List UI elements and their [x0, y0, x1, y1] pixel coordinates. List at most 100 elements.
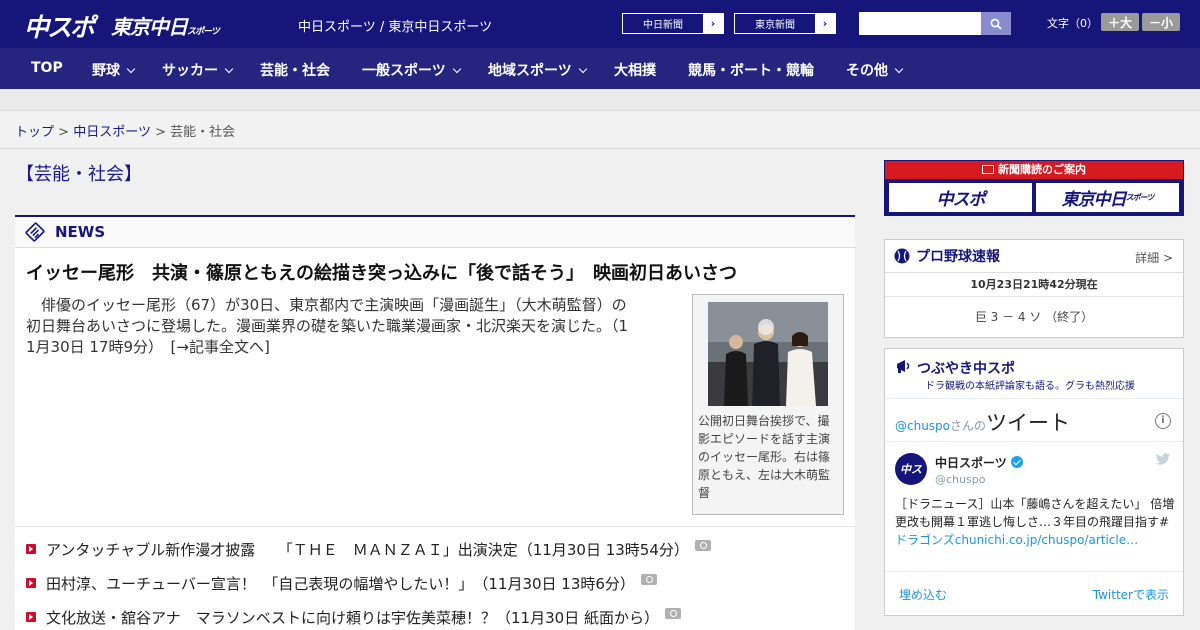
camera-icon: [640, 574, 657, 585]
font-bigger-button[interactable]: ＋大: [1101, 13, 1139, 31]
view-on-twitter-link[interactable]: Twitterで表示: [1093, 586, 1169, 603]
tokyo-logo-small: スポーツ: [187, 27, 220, 37]
article-headline[interactable]: イッセー尾形 共演・篠原ともえの絵描き突っ込みに「後で話そう」 映画初日あいさつ: [26, 259, 737, 285]
play-bullet-icon: [26, 612, 36, 622]
ext-link-label: 東京新聞: [755, 20, 795, 31]
chevron-down-icon: [452, 64, 461, 74]
news-panel: NEWS イッセー尾形 共演・篠原ともえの絵描き突っ込みに「後で話そう」 映画初…: [15, 215, 855, 630]
twitter-panel: つぶやき中スポ ドラ観戦の本紙評論家も語る。グラも熱烈応援 @chuspoさんの…: [884, 348, 1184, 616]
chuspo-logo[interactable]: 中スポ: [24, 8, 95, 44]
caption-line: のイッセー尾形。右は篠: [698, 450, 831, 464]
site-name: 中日スポーツ / 東京中日スポーツ: [298, 20, 493, 35]
list-item[interactable]: 田村淳、ユーチューバー宣言！ 「自己表現の幅増やしたい！」 （11月30日 13…: [26, 573, 846, 607]
chevron-right-icon: ›: [815, 14, 835, 33]
nav-label: 芸能・社会: [260, 63, 330, 79]
nav-soccer[interactable]: サッカー: [162, 60, 234, 80]
list-item-time: （11月30日 13時54分）: [517, 541, 689, 559]
lead-line: 俳優のイッセー尾形（67）が30日、東京都内で主演映画「漫画誕生」（大木萌監督）…: [26, 296, 627, 314]
article-photo[interactable]: [708, 302, 828, 406]
tweet-line-text: 更改も開幕１軍逃し悔しさ…３年目の飛躍目指す#: [895, 515, 1170, 529]
twitter-bird-icon[interactable]: [1155, 453, 1171, 466]
nav-sumo[interactable]: 大相撲: [614, 60, 656, 80]
baseball-score-panel: プロ野球速報 詳細 > 10月23日21時42分現在 巨 3 － 4 ソ （終了…: [884, 239, 1184, 338]
news-label: NEWS: [55, 223, 106, 241]
list-item-time: （11月30日 紙面から）: [496, 609, 659, 627]
tweet-body[interactable]: ［ドラニュース］山本「藤嶋さんを超えたい」 倍増 更改も開幕１軍逃し悔しさ…３年…: [895, 495, 1177, 549]
caption-line: 影エピソードを話す主演: [698, 432, 831, 446]
main-nav: TOP 野球 サッカー 芸能・社会 一般スポーツ 地域スポーツ 大相撲 競馬・ボ…: [0, 48, 1200, 89]
twitter-panel-subtitle: ドラ観戦の本紙評論家も語る。グラも熱烈応援: [925, 381, 1135, 392]
list-item[interactable]: 文化放送・舘谷アナ マラソンベストに向け頼りは宇佐美菜穂！？ （11月30日 紙…: [26, 607, 846, 630]
nav-label: サッカー: [162, 63, 218, 79]
nav-label: 一般スポーツ: [362, 63, 446, 79]
subscription-header: 新聞購読のご案内: [885, 161, 1183, 179]
avatar[interactable]: 中ス: [895, 453, 927, 485]
lead-line-read-more[interactable]: 1月30日 17時9分） [→記事全文へ]: [26, 337, 682, 358]
nav-label: 競馬・ボート・競輪: [688, 63, 814, 79]
chevron-right-icon: ›: [703, 14, 723, 33]
font-size-label: 文字（0）: [1047, 17, 1098, 30]
font-smaller-button[interactable]: －小: [1142, 13, 1180, 31]
nav-label: TOP: [31, 60, 63, 76]
nav-entertainment[interactable]: 芸能・社会: [260, 60, 330, 80]
play-bullet-icon: [26, 578, 36, 588]
article-lead: 俳優のイッセー尾形（67）が30日、東京都内で主演映画「漫画誕生」（大木萌監督）…: [26, 295, 682, 358]
divider: [885, 398, 1183, 399]
article-photo-box: 公開初日舞台挨拶で、撮 影エピソードを話す主演 のイッセー尾形。右は篠 原ともえ…: [692, 294, 844, 515]
nav-baseball[interactable]: 野球: [92, 60, 136, 80]
subscribe-tokyo-logo[interactable]: 東京中日 スポーツ: [1036, 183, 1179, 212]
nav-regional-sports[interactable]: 地域スポーツ: [488, 60, 587, 80]
search-input[interactable]: [859, 12, 981, 35]
nav-label: 大相撲: [614, 63, 656, 79]
divider: [15, 526, 855, 527]
list-item-title: アンタッチャブル新作漫才披露 「ＴＨＥ ＭＡＮＺＡＩ」出演決定: [46, 541, 518, 559]
subscription-banner[interactable]: 新聞購読のご案内 中スポ 東京中日 スポーツ: [884, 160, 1184, 216]
baseball-panel-title: プロ野球速報: [916, 249, 1000, 265]
lead-line: 初日舞台あいさつに登場した。漫画業界の礎を築いた職業漫画家・北沢楽天を演じた。（…: [26, 317, 629, 335]
breadcrumb-separator: >: [58, 125, 70, 140]
nav-top[interactable]: TOP: [31, 60, 63, 76]
chevron-down-icon: [224, 64, 234, 74]
sub-nav-bar: [0, 89, 1200, 111]
breadcrumb-separator: >: [155, 125, 166, 140]
twitter-handle-link[interactable]: @chuspo: [895, 419, 950, 433]
chunichi-shimbun-link[interactable]: 中日新聞 ›: [622, 13, 724, 34]
breadcrumb-chunichi-sports[interactable]: 中日スポーツ: [73, 125, 151, 140]
tokyo-chunichi-logo[interactable]: 東京中日スポーツ: [111, 11, 220, 40]
baseball-updated-time: 10月23日21時42分現在: [885, 273, 1183, 297]
nav-label: 地域スポーツ: [488, 63, 572, 79]
baseball-detail-link[interactable]: 詳細 >: [1135, 249, 1173, 266]
nav-label: 野球: [92, 63, 120, 79]
chevron-down-icon: [126, 64, 136, 74]
camera-icon: [694, 540, 711, 551]
tweet-account-name[interactable]: 中日スポーツ: [935, 454, 1023, 471]
newspaper-small-icon: [982, 165, 994, 174]
verified-badge-icon: [1010, 456, 1023, 468]
breadcrumb-current: 芸能・社会: [170, 125, 236, 140]
baseball-game-score[interactable]: 巨 3 － 4 ソ （終了）: [885, 297, 1183, 337]
stage-photo-illustration: [708, 302, 828, 406]
search-button[interactable]: [981, 12, 1011, 35]
list-item-title: 田村淳、ユーチューバー宣言！ 「自己表現の幅増やしたい！」: [46, 575, 474, 593]
divider: [885, 441, 1183, 442]
twitter-handle-suffix: さんの: [950, 419, 987, 433]
tweet-account-handle[interactable]: @chuspo: [935, 473, 985, 486]
nav-racing[interactable]: 競馬・ボート・競輪: [688, 60, 814, 80]
list-item[interactable]: アンタッチャブル新作漫才披露 「ＴＨＥ ＭＡＮＺＡＩ」出演決定 （11月30日 …: [26, 539, 846, 573]
news-list: アンタッチャブル新作漫才披露 「ＴＨＥ ＭＡＮＺＡＩ」出演決定 （11月30日 …: [26, 539, 846, 630]
nav-general-sports[interactable]: 一般スポーツ: [362, 60, 461, 80]
subscribe-chuspo-logo[interactable]: 中スポ: [889, 183, 1032, 212]
search-icon: [990, 18, 1002, 30]
nav-others[interactable]: その他: [846, 60, 904, 80]
caption-line: 公開初日舞台挨拶で、撮: [698, 414, 830, 428]
breadcrumb-top[interactable]: トップ: [15, 125, 54, 140]
search-box: [859, 12, 1011, 35]
tokyo-shimbun-link[interactable]: 東京新聞 ›: [734, 13, 836, 34]
twitter-embed-link[interactable]: 埋め込む: [899, 586, 947, 603]
top-header: 中スポ 東京中日スポーツ 中日スポーツ / 東京中日スポーツ 中日新聞 › 東京…: [0, 0, 1200, 48]
page-title: 【芸能・社会】: [16, 164, 142, 185]
info-icon[interactable]: i: [1155, 413, 1171, 429]
play-bullet-icon: [26, 544, 36, 554]
tweet-link[interactable]: ドラゴンズchunichi.co.jp/chuspo/article…: [895, 531, 1177, 549]
nav-label: その他: [846, 63, 888, 79]
